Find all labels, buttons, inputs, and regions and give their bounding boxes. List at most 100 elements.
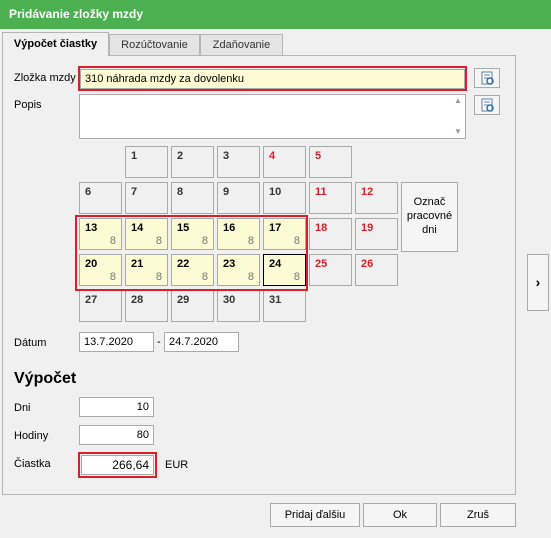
calendar-day-11[interactable]: 11 — [309, 182, 352, 214]
day-number: 20 — [85, 258, 98, 270]
day-number: 4 — [269, 150, 276, 162]
tab-rozuctovanie[interactable]: Rozúčtovanie — [109, 34, 200, 55]
add-next-button[interactable]: Pridaj ďalšiu — [270, 503, 360, 527]
calendar-day-23[interactable]: 23 8 — [217, 254, 260, 286]
currency-label: EUR — [165, 459, 189, 471]
day-number: 10 — [269, 186, 282, 198]
calendar-day-21[interactable]: 21 8 — [125, 254, 168, 286]
calendar-day-25[interactable]: 25 — [309, 254, 352, 286]
date-from-field[interactable]: 13.7.2020 — [79, 332, 154, 352]
day-number: 30 — [223, 294, 236, 306]
day-number: 1 — [131, 150, 138, 162]
day-hours: 8 — [247, 271, 254, 283]
lookup-icon — [481, 71, 494, 85]
day-number: 8 — [177, 186, 184, 198]
date-to-field[interactable]: 24.7.2020 — [164, 332, 239, 352]
calendar-day-30[interactable]: 30 — [217, 290, 260, 322]
hodiny-label: Hodiny — [14, 430, 49, 442]
hodiny-field[interactable]: 80 — [79, 425, 154, 445]
calendar-day-7[interactable]: 7 — [125, 182, 168, 214]
tab-zdanovanie[interactable]: Zdaňovanie — [200, 34, 283, 55]
expand-arrow-icon[interactable]: › — [527, 254, 549, 311]
calendar-day-16[interactable]: 16 8 — [217, 218, 260, 250]
calendar-day-8[interactable]: 8 — [171, 182, 214, 214]
calendar-day-9[interactable]: 9 — [217, 182, 260, 214]
window-title: Pridávanie zložky mzdy — [0, 0, 551, 29]
day-number: 15 — [177, 222, 190, 234]
ok-button[interactable]: Ok — [363, 503, 437, 527]
day-number: 7 — [131, 186, 138, 198]
day-number: 31 — [269, 294, 282, 306]
day-number: 12 — [361, 186, 374, 198]
day-hours: 8 — [293, 235, 300, 247]
calendar-day-4[interactable]: 4 — [263, 146, 306, 178]
day-number: 18 — [315, 222, 328, 234]
day-hours: 8 — [247, 235, 254, 247]
vypocet-heading: Výpočet — [14, 370, 77, 387]
day-number: 28 — [131, 294, 144, 306]
day-number: 13 — [85, 222, 98, 234]
calendar-day-19[interactable]: 19 — [355, 218, 398, 250]
day-number: 11 — [315, 186, 327, 198]
day-number: 21 — [131, 258, 144, 270]
calendar-day-13[interactable]: 13 8 — [79, 218, 122, 250]
day-number: 5 — [315, 150, 322, 162]
day-number: 19 — [361, 222, 374, 234]
calendar-day-2[interactable]: 2 — [171, 146, 214, 178]
zlozka-field[interactable]: 310 náhrada mzdy za dovolenku — [80, 69, 465, 89]
popis-lookup-button[interactable] — [474, 95, 500, 115]
calendar-day-1[interactable]: 1 — [125, 146, 168, 178]
date-separator: - — [157, 336, 161, 348]
day-number: 24 — [269, 258, 282, 270]
dni-label: Dni — [14, 402, 31, 414]
lookup-button[interactable] — [474, 68, 500, 88]
calendar-day-3[interactable]: 3 — [217, 146, 260, 178]
day-hours: 8 — [155, 235, 162, 247]
tab-vypocet-ciastky[interactable]: Výpočet čiastky — [2, 32, 109, 56]
calendar-day-10[interactable]: 10 — [263, 182, 306, 214]
dni-field[interactable]: 10 — [79, 397, 154, 417]
calendar-day-18[interactable]: 18 — [309, 218, 352, 250]
popis-label: Popis — [14, 99, 42, 111]
calendar-day-14[interactable]: 14 8 — [125, 218, 168, 250]
day-number: 16 — [223, 222, 236, 234]
scroll-down-icon[interactable]: ▼ — [454, 127, 462, 136]
mark-workdays-button[interactable]: Označ pracovné dni — [401, 182, 458, 252]
calendar-day-12[interactable]: 12 — [355, 182, 398, 214]
popis-field[interactable] — [79, 94, 466, 139]
day-hours: 8 — [293, 271, 300, 283]
cancel-button[interactable]: Zruš — [440, 503, 516, 527]
calendar-day-5[interactable]: 5 — [309, 146, 352, 178]
day-hours: 8 — [155, 271, 162, 283]
calendar-day-26[interactable]: 26 — [355, 254, 398, 286]
day-number: 9 — [223, 186, 230, 198]
day-number: 3 — [223, 150, 230, 162]
day-number: 14 — [131, 222, 144, 234]
day-hours: 8 — [109, 271, 116, 283]
day-number: 6 — [85, 186, 92, 198]
calendar-day-27[interactable]: 27 — [79, 290, 122, 322]
datum-label: Dátum — [14, 337, 47, 349]
day-number: 23 — [223, 258, 236, 270]
day-number: 22 — [177, 258, 190, 270]
calendar-day-15[interactable]: 15 8 — [171, 218, 214, 250]
calendar-day-20[interactable]: 20 8 — [79, 254, 122, 286]
day-hours: 8 — [201, 271, 208, 283]
ciastka-field[interactable]: 266,64 — [81, 455, 154, 475]
day-number: 25 — [315, 258, 328, 270]
calendar-day-17[interactable]: 17 8 — [263, 218, 306, 250]
day-number: 17 — [269, 222, 282, 234]
calendar-day-29[interactable]: 29 — [171, 290, 214, 322]
scroll-up-icon[interactable]: ▲ — [454, 96, 462, 105]
calendar-day-24[interactable]: 24 8 — [263, 254, 306, 286]
day-hours: 8 — [109, 235, 116, 247]
calendar-day-28[interactable]: 28 — [125, 290, 168, 322]
day-hours: 8 — [201, 235, 208, 247]
calendar-day-31[interactable]: 31 — [263, 290, 306, 322]
zlozka-label: Zložka mzdy — [14, 72, 76, 84]
day-number: 2 — [177, 150, 184, 162]
day-number: 29 — [177, 294, 190, 306]
calendar-day-22[interactable]: 22 8 — [171, 254, 214, 286]
ciastka-label: Čiastka — [14, 458, 51, 470]
calendar-day-6[interactable]: 6 — [79, 182, 122, 214]
